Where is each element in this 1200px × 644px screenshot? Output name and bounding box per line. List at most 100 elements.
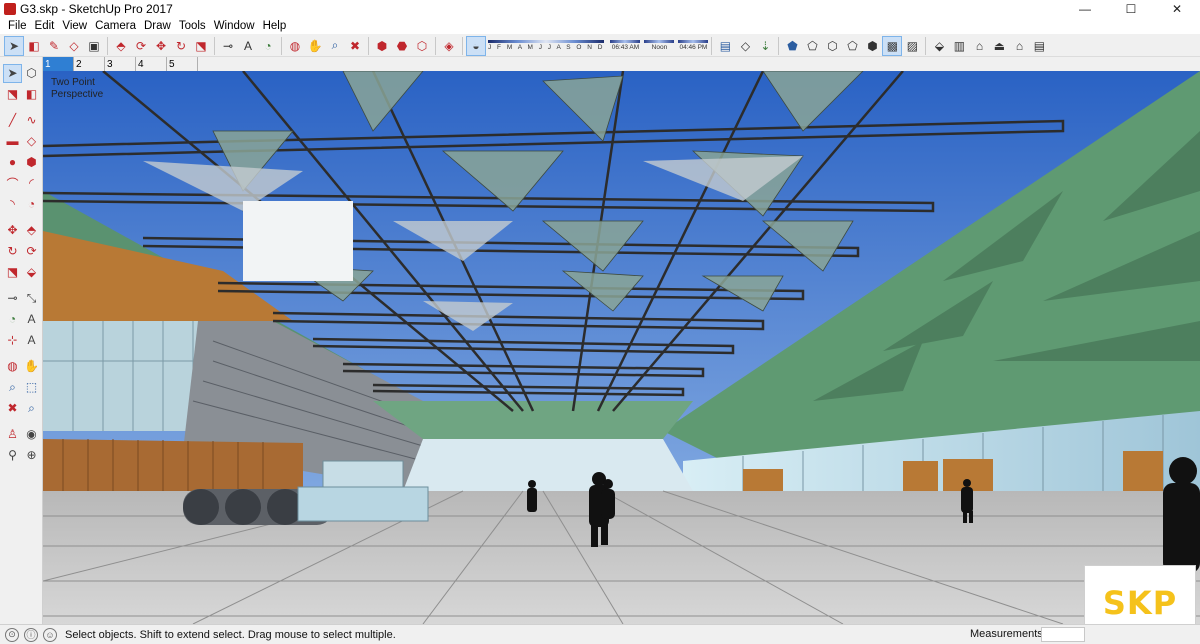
extension-manager-icon[interactable]: ◈ bbox=[439, 36, 459, 56]
menu-edit[interactable]: Edit bbox=[31, 20, 59, 32]
camera-mode-line1: Two Point bbox=[51, 77, 95, 88]
orbit-tool-icon[interactable]: ◍ bbox=[285, 36, 305, 56]
shadow-date-slider[interactable]: J F M A M J J A S O N D bbox=[488, 37, 605, 55]
text-icon[interactable]: A bbox=[22, 310, 41, 329]
menu-draw[interactable]: Draw bbox=[140, 20, 175, 32]
move-icon[interactable]: ✥ bbox=[3, 221, 22, 240]
select-tool-icon[interactable]: ➤ bbox=[4, 35, 24, 56]
arc-icon[interactable]: ⌒ bbox=[3, 174, 22, 193]
push-pull-icon[interactable]: ⬘ bbox=[22, 221, 41, 240]
pie-icon[interactable]: ◔ bbox=[22, 195, 41, 214]
close-button[interactable]: ✕ bbox=[1154, 0, 1200, 18]
shadow-time-end[interactable]: 04:46 PM bbox=[678, 40, 709, 51]
user-account-icon[interactable]: ☺ bbox=[43, 627, 57, 642]
offset-icon[interactable]: ⬙ bbox=[22, 263, 41, 282]
scale-icon[interactable]: ⬔ bbox=[3, 263, 22, 282]
iso-view-icon[interactable]: ⬙ bbox=[929, 36, 949, 56]
front-view-icon[interactable]: ⌂ bbox=[969, 36, 989, 56]
shadow-time-start[interactable]: 06:43 AM bbox=[610, 40, 641, 51]
circle-icon[interactable]: ● bbox=[3, 153, 22, 172]
dimension-icon[interactable]: ⤡ bbox=[22, 289, 41, 308]
back-view-icon[interactable]: ⌂ bbox=[1009, 36, 1029, 56]
model-viewport[interactable]: Two Point Perspective bbox=[43, 71, 1200, 624]
pan-icon[interactable]: ✋ bbox=[22, 357, 41, 376]
right-view-icon[interactable]: ⏏ bbox=[989, 36, 1009, 56]
previous-view-icon[interactable]: ⌕ bbox=[22, 399, 41, 418]
menu-tools[interactable]: Tools bbox=[175, 20, 210, 32]
scene-tab-2[interactable]: 2 bbox=[74, 57, 105, 71]
paint-bucket-icon[interactable]: ⬔ bbox=[3, 85, 22, 104]
left-view-icon[interactable]: ▤ bbox=[1029, 36, 1049, 56]
eraser-icon[interactable]: ◧ bbox=[22, 85, 41, 104]
scene-tab-3[interactable]: 3 bbox=[105, 57, 136, 71]
components-icon[interactable]: ▤ bbox=[715, 36, 735, 56]
protractor-icon[interactable]: ◔ bbox=[3, 310, 22, 329]
hidden-line-style-icon[interactable]: ⬠ bbox=[842, 36, 862, 56]
3d-text-icon[interactable]: A bbox=[22, 331, 41, 350]
rotate-icon[interactable]: ↻ bbox=[3, 242, 22, 261]
rotated-rectangle-icon[interactable]: ◇ bbox=[22, 132, 41, 151]
make-component-icon[interactable]: ⬡ bbox=[22, 64, 41, 83]
shadows-toggle-icon[interactable]: ◒ bbox=[466, 35, 486, 56]
shadow-time-mid[interactable]: Noon bbox=[644, 40, 675, 51]
shaded-textures-style-icon[interactable]: ▩ bbox=[882, 35, 903, 56]
layers-icon[interactable]: ⇣ bbox=[755, 36, 775, 56]
menu-help[interactable]: Help bbox=[259, 20, 291, 32]
select-icon[interactable]: ➤ bbox=[3, 63, 22, 83]
zoom-tool-icon[interactable]: ⌕ bbox=[325, 36, 345, 56]
scene-tab-4[interactable]: 4 bbox=[136, 57, 167, 71]
line-icon[interactable]: ╱ bbox=[3, 111, 22, 130]
protractor-icon[interactable]: ◔ bbox=[258, 36, 278, 56]
follow-me-icon[interactable]: ⟳ bbox=[22, 242, 41, 261]
two-point-arc-icon[interactable]: ◜ bbox=[22, 174, 41, 193]
follow-me-icon[interactable]: ⟳ bbox=[131, 36, 151, 56]
push-pull-icon[interactable]: ⬘ bbox=[111, 36, 131, 56]
extension-warehouse-icon[interactable]: ⬡ bbox=[412, 36, 432, 56]
paint-bucket-icon[interactable]: ▣ bbox=[84, 36, 104, 56]
rotate-tool-icon[interactable]: ↻ bbox=[171, 36, 191, 56]
axes-icon[interactable]: ⊹ bbox=[3, 331, 22, 350]
menu-view[interactable]: View bbox=[58, 20, 91, 32]
share-model-icon[interactable]: ⬣ bbox=[392, 36, 412, 56]
menu-camera[interactable]: Camera bbox=[91, 20, 140, 32]
xray-style-icon[interactable]: ⬟ bbox=[782, 36, 802, 56]
maximize-button[interactable]: ☐ bbox=[1108, 0, 1154, 18]
shaded-style-icon[interactable]: ⬢ bbox=[862, 36, 882, 56]
eraser-tool-icon[interactable]: ◧ bbox=[24, 36, 44, 56]
measurements-input[interactable] bbox=[1041, 627, 1085, 642]
section-plane-icon[interactable]: ⊕ bbox=[22, 446, 41, 465]
move-tool-icon[interactable]: ✥ bbox=[151, 36, 171, 56]
walk-icon[interactable]: ⚲ bbox=[3, 446, 22, 465]
scene-tab-5[interactable]: 5 bbox=[167, 57, 198, 71]
polygon-icon[interactable]: ⬢ bbox=[22, 153, 41, 172]
shape-tool-icon[interactable]: ◇ bbox=[64, 36, 84, 56]
menu-window[interactable]: Window bbox=[210, 20, 259, 32]
tape-measure-icon[interactable]: ⊸ bbox=[218, 36, 238, 56]
tape-measure-icon[interactable]: ⊸ bbox=[3, 289, 22, 308]
zoom-extents-icon[interactable]: ✖ bbox=[345, 36, 365, 56]
monochrome-style-icon[interactable]: ▨ bbox=[902, 36, 922, 56]
credits-icon[interactable]: ⓘ bbox=[24, 627, 38, 642]
line-tool-icon[interactable]: ✎ bbox=[44, 36, 64, 56]
wireframe-style-icon[interactable]: ⬡ bbox=[822, 36, 842, 56]
rectangle-icon[interactable]: ▬ bbox=[3, 132, 22, 151]
geo-location-icon[interactable]: ⊙ bbox=[5, 627, 19, 642]
scene-tab-1[interactable]: 1 bbox=[43, 57, 74, 71]
position-camera-icon[interactable]: ♙ bbox=[3, 425, 22, 444]
menu-file[interactable]: File bbox=[4, 20, 31, 32]
zoom-extents-icon[interactable]: ✖ bbox=[3, 399, 22, 418]
three-point-arc-icon[interactable]: ◝ bbox=[3, 195, 22, 214]
pan-tool-icon[interactable]: ✋ bbox=[305, 36, 325, 56]
top-view-icon[interactable]: ▥ bbox=[949, 36, 969, 56]
zoom-window-icon[interactable]: ⬚ bbox=[22, 378, 41, 397]
materials-icon[interactable]: ◇ bbox=[735, 36, 755, 56]
minimize-button[interactable]: — bbox=[1062, 0, 1108, 18]
scale-tool-icon[interactable]: ⬔ bbox=[191, 36, 211, 56]
text-tool-icon[interactable]: A bbox=[238, 36, 258, 56]
orbit-icon[interactable]: ◍ bbox=[3, 357, 22, 376]
freehand-icon[interactable]: ∿ bbox=[22, 111, 41, 130]
warehouse-icon[interactable]: ⬢ bbox=[372, 36, 392, 56]
back-edges-style-icon[interactable]: ⬠ bbox=[802, 36, 822, 56]
look-around-icon[interactable]: ◉ bbox=[22, 425, 41, 444]
zoom-icon[interactable]: ⌕ bbox=[3, 378, 22, 397]
